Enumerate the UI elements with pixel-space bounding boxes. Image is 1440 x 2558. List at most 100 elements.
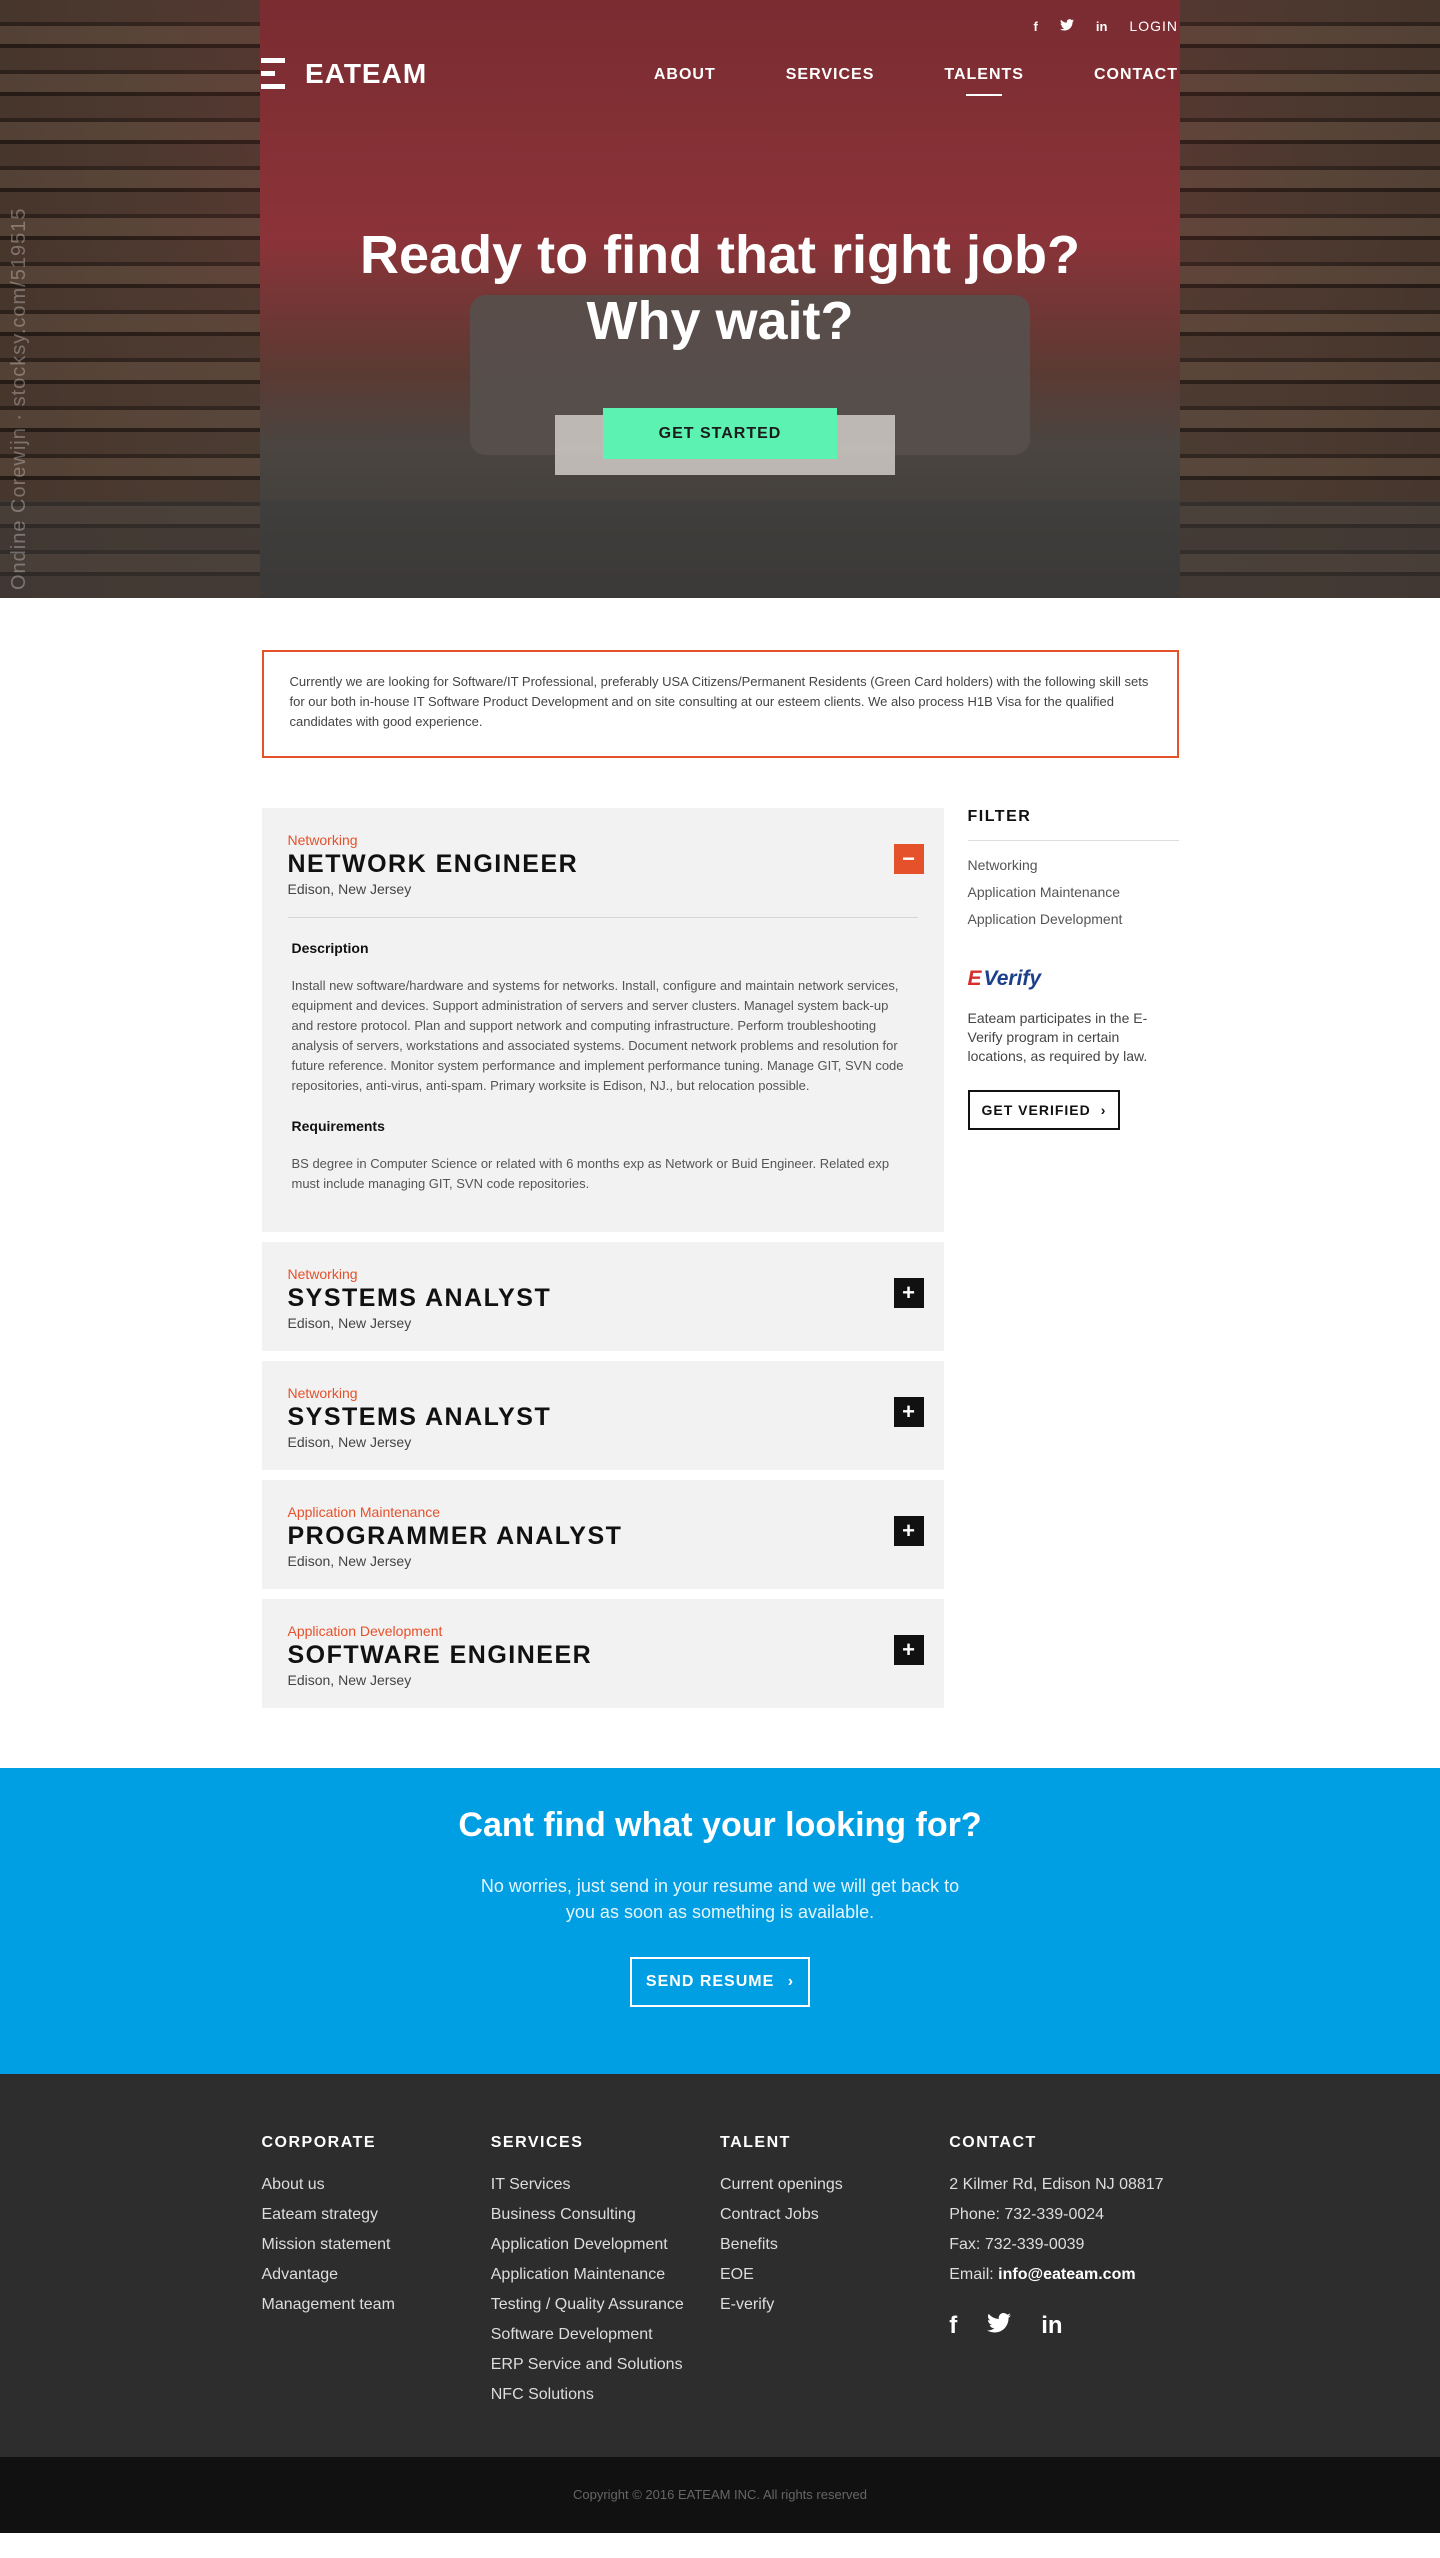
logo-wordmark: EATEAM xyxy=(305,58,428,89)
login-link[interactable]: LOGIN xyxy=(1129,18,1178,34)
footer-link[interactable]: Management team xyxy=(262,2296,395,2313)
job-card: Networking NETWORK ENGINEER Edison, New … xyxy=(261,808,944,1232)
job-description: Install new software/hardware and system… xyxy=(291,978,904,1093)
resume-cta-title: Cant find what your looking for? xyxy=(458,1806,982,1844)
footer: CORPORATE About us Eateam strategy Missi… xyxy=(0,2074,1440,2457)
footer-col-talent: TALENT Current openings Contract Jobs Be… xyxy=(720,2134,949,2416)
job-location: Edison, New Jersey xyxy=(287,881,412,897)
footer-heading: CORPORATE xyxy=(261,2134,377,2151)
nav-services[interactable]: SERVICES xyxy=(786,66,875,84)
job-title[interactable]: SOFTWARE ENGINEER xyxy=(288,1641,918,1670)
collapse-icon[interactable]: − xyxy=(893,844,924,874)
filter-heading: FILTER xyxy=(967,808,1179,841)
get-verified-button[interactable]: GET VERIFIED › xyxy=(967,1090,1121,1130)
everify-logo-e: E xyxy=(967,967,982,990)
main-nav: ABOUT SERVICES TALENTS CONTACT xyxy=(584,66,1178,96)
logo-mark-icon xyxy=(261,56,301,92)
nav-talents[interactable]: TALENTS xyxy=(944,66,1024,96)
hero-headline-line2: Why wait? xyxy=(586,291,854,351)
contact-phone: Phone: 732-339-0024 xyxy=(949,2206,1105,2223)
nav-about[interactable]: ABOUT xyxy=(654,66,716,84)
twitter-icon[interactable] xyxy=(987,2312,1012,2340)
filter-application-maintenance[interactable]: Application Maintenance xyxy=(968,884,1179,900)
linkedin-icon[interactable]: in xyxy=(1096,19,1108,34)
description-heading: Description xyxy=(291,940,369,956)
facebook-icon[interactable]: f xyxy=(949,2312,957,2340)
contact-email: Email: info@eateam.com xyxy=(949,2266,1178,2284)
footer-link[interactable]: IT Services xyxy=(491,2176,571,2193)
footer-link[interactable]: Advantage xyxy=(262,2266,339,2283)
linkedin-icon[interactable]: in xyxy=(1041,2312,1062,2340)
job-details: Description Install new software/hardwar… xyxy=(287,917,918,1212)
sidebar: FILTER Networking Application Maintenanc… xyxy=(967,808,1179,1718)
footer-col-contact: CONTACT 2 Kilmer Rd, Edison NJ 08817 Pho… xyxy=(949,2134,1178,2416)
footer-link[interactable]: EOE xyxy=(720,2266,754,2283)
hero-headline: Ready to find that right job? Why wait? xyxy=(0,222,1440,354)
footer-col-corporate: CORPORATE About us Eateam strategy Missi… xyxy=(262,2134,491,2416)
footer-link[interactable]: NFC Solutions xyxy=(491,2386,594,2403)
footer-link[interactable]: Software Development xyxy=(491,2326,653,2343)
logo[interactable]: EATEAM xyxy=(261,56,427,92)
job-category: Networking xyxy=(287,1385,358,1401)
get-verified-label: GET VERIFIED xyxy=(981,1102,1091,1118)
expand-icon[interactable]: + xyxy=(893,1278,924,1308)
requirements-heading: Requirements xyxy=(291,1118,385,1134)
job-card[interactable]: Networking SYSTEMS ANALYST Edison, New J… xyxy=(261,1361,944,1470)
job-category: Application Development xyxy=(287,1623,443,1639)
job-location: Edison, New Jersey xyxy=(287,1434,412,1450)
expand-icon[interactable]: + xyxy=(893,1397,924,1427)
twitter-icon[interactable] xyxy=(1059,18,1074,34)
hiring-notice: Currently we are looking for Software/IT… xyxy=(261,650,1179,758)
get-started-button[interactable]: GET STARTED xyxy=(603,408,837,459)
everify-logo-word: Verify xyxy=(983,967,1042,990)
job-list: Networking NETWORK ENGINEER Edison, New … xyxy=(261,808,944,1718)
job-card[interactable]: Networking SYSTEMS ANALYST Edison, New J… xyxy=(261,1242,944,1351)
job-location: Edison, New Jersey xyxy=(287,1553,412,1569)
expand-icon[interactable]: + xyxy=(893,1516,924,1546)
contact-address: 2 Kilmer Rd, Edison NJ 08817 xyxy=(949,2176,1164,2193)
everify-text: Eateam participates in the E-Verify prog… xyxy=(967,1010,1148,1064)
contact-fax: Fax: 732-339-0039 xyxy=(949,2236,1085,2253)
footer-link[interactable]: Contract Jobs xyxy=(720,2206,819,2223)
job-location: Edison, New Jersey xyxy=(287,1315,412,1331)
filter-list: Networking Application Maintenance Appli… xyxy=(968,857,1179,927)
send-resume-button[interactable]: SEND RESUME › xyxy=(629,1957,811,2007)
job-category: Networking xyxy=(287,832,358,848)
job-card[interactable]: Application Maintenance PROGRAMMER ANALY… xyxy=(261,1480,944,1589)
job-location: Edison, New Jersey xyxy=(287,1672,412,1688)
job-category: Networking xyxy=(287,1266,358,1282)
footer-link[interactable]: About us xyxy=(262,2176,325,2193)
footer-link[interactable]: Current openings xyxy=(720,2176,843,2193)
facebook-icon[interactable]: f xyxy=(1034,19,1038,34)
nav-contact[interactable]: CONTACT xyxy=(1094,66,1178,84)
job-title[interactable]: PROGRAMMER ANALYST xyxy=(288,1522,918,1551)
everify-logo: E Verify xyxy=(968,967,1179,991)
job-category: Application Maintenance xyxy=(287,1504,441,1520)
footer-link[interactable]: Benefits xyxy=(720,2236,778,2253)
expand-icon[interactable]: + xyxy=(893,1635,924,1665)
chevron-right-icon: › xyxy=(1100,1102,1107,1118)
footer-link[interactable]: ERP Service and Solutions xyxy=(491,2356,683,2373)
chevron-right-icon: › xyxy=(787,1973,795,1990)
footer-link[interactable]: Mission statement xyxy=(262,2236,391,2253)
job-title[interactable]: NETWORK ENGINEER xyxy=(288,850,918,879)
job-requirements: BS degree in Computer Science or related… xyxy=(291,1156,890,1191)
copyright: Copyright © 2016 EATEAM INC. All rights … xyxy=(0,2457,1440,2533)
footer-col-services: SERVICES IT Services Business Consulting… xyxy=(491,2134,720,2416)
footer-link[interactable]: Eateam strategy xyxy=(262,2206,379,2223)
top-bar: f in LOGIN xyxy=(1034,18,1178,34)
footer-heading: SERVICES xyxy=(490,2134,584,2151)
job-title[interactable]: SYSTEMS ANALYST xyxy=(288,1403,918,1432)
footer-link[interactable]: Testing / Quality Assurance xyxy=(491,2296,684,2313)
contact-email-link[interactable]: info@eateam.com xyxy=(998,2266,1135,2283)
contact-email-label: Email: xyxy=(949,2266,994,2283)
job-card[interactable]: Application Development SOFTWARE ENGINEE… xyxy=(261,1599,944,1708)
footer-link[interactable]: Business Consulting xyxy=(491,2206,636,2223)
filter-networking[interactable]: Networking xyxy=(968,857,1179,873)
job-title[interactable]: SYSTEMS ANALYST xyxy=(288,1284,918,1313)
footer-link[interactable]: E-verify xyxy=(720,2296,774,2313)
footer-link[interactable]: Application Maintenance xyxy=(491,2266,665,2283)
filter-application-development[interactable]: Application Development xyxy=(968,911,1179,927)
resume-cta-text: No worries, just send in your resume and… xyxy=(480,1876,960,1922)
footer-link[interactable]: Application Development xyxy=(491,2236,668,2253)
